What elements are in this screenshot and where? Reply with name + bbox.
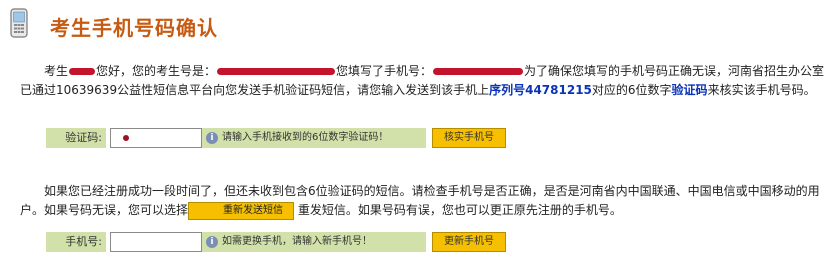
resend-paragraph: 如果您已经注册成功一段时间了，但还未收到包含6位验证码的短信。请检查手机号是否正… (20, 182, 825, 220)
verify-code-hint: i 请输入手机接收到的6位数字验证码！ (202, 128, 426, 148)
verify-code-hint-text: 请输入手机接收到的6位数字验证码！ (222, 132, 389, 143)
intro-paragraph: 考生 您好，您的考生号是： 您填写了手机号： 为了确保您填写的手机号码正确无误，河南省… (20, 62, 825, 100)
intro-text-6: 来核实该手机号码。 (707, 83, 816, 97)
redacted-exam-number (217, 68, 336, 75)
mobile-phone-icon (10, 8, 28, 38)
info-icon: i (206, 236, 218, 248)
phone-input[interactable] (110, 232, 202, 252)
serial-number: 序列号44781215 (489, 83, 592, 97)
page-title: 考生手机号码确认 (50, 16, 218, 40)
resend-text-2: 重发短信。如果号码有误，您也可以更正原先注册的手机号。 (297, 203, 622, 217)
phone-label: 手机号: (46, 232, 106, 252)
intro-text-5: 对应的6位数字 (591, 83, 672, 97)
intro-text-1: 考生 (44, 64, 69, 78)
verify-code-input[interactable] (110, 128, 202, 148)
phone-hint-text: 如需更换手机，请输入新手机号！ (222, 236, 372, 247)
resend-sms-button[interactable]: 重新发送短信 (188, 201, 295, 220)
intro-text-3: 您填写了手机号： (336, 64, 433, 78)
verify-code-row: 验证码: i 请输入手机接收到的6位数字验证码！ 核实手机号 (46, 128, 566, 150)
update-phone-button[interactable]: 更新手机号 (432, 232, 506, 252)
verification-code-term: 验证码 (671, 83, 708, 97)
phone-hint: i 如需更换手机，请输入新手机号！ (202, 232, 426, 252)
redacted-phone-number (433, 68, 524, 75)
update-phone-row: 手机号: i 如需更换手机，请输入新手机号！ 更新手机号 (46, 232, 566, 254)
info-icon: i (206, 132, 218, 144)
intro-text-2: 您好，您的考生号是： (96, 64, 217, 78)
header: 考生手机号码确认 (6, 4, 826, 40)
redacted-name (69, 68, 96, 75)
verify-phone-button[interactable]: 核实手机号 (432, 128, 506, 148)
verify-code-label: 验证码: (46, 128, 106, 148)
